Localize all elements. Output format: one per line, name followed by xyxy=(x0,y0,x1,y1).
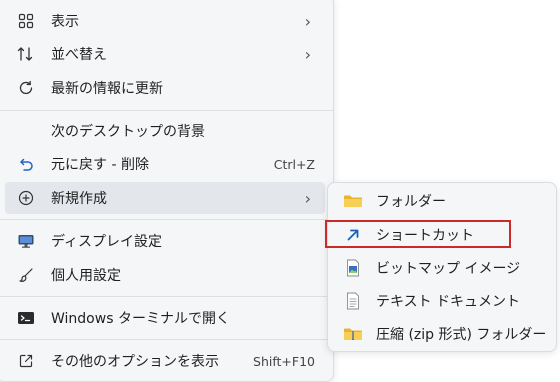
menu-item-next-background[interactable]: 次のデスクトップの背景 xyxy=(5,115,325,147)
menu-separator xyxy=(0,219,333,220)
menu-item-label: 元に戻す - 削除 xyxy=(51,157,149,173)
menu-separator xyxy=(0,339,333,340)
grid-view-icon xyxy=(15,5,37,37)
brush-icon xyxy=(15,259,37,291)
menu-item-undo-delete[interactable]: 元に戻す - 削除 Ctrl+Z xyxy=(5,148,325,180)
shortcut-text: Shift+F10 xyxy=(253,353,315,369)
shortcut-text: Ctrl+Z xyxy=(273,156,315,172)
menu-item-label: 並べ替え xyxy=(51,47,107,63)
undo-icon xyxy=(15,148,37,180)
menu-item-personalize[interactable]: 個人用設定 xyxy=(5,259,325,291)
menu-item-label: ディスプレイ設定 xyxy=(51,234,163,250)
submenu-item-folder[interactable]: フォルダー xyxy=(334,186,550,216)
submenu-item-zip-folder[interactable]: 圧縮 (zip 形式) フォルダー xyxy=(334,319,550,349)
menu-item-label: その他のオプションを表示 xyxy=(51,354,219,370)
menu-item-label: 次のデスクトップの背景 xyxy=(51,124,205,140)
submenu-item-text-document[interactable]: テキスト ドキュメント xyxy=(334,286,550,316)
new-submenu: フォルダー ショートカット ビットマップ イメージ テキスト ドキュメント 圧縮… xyxy=(327,182,557,352)
menu-separator xyxy=(0,296,333,297)
zip-folder-icon xyxy=(342,319,364,349)
menu-item-label: 表示 xyxy=(51,14,79,30)
menu-item-label: 新規作成 xyxy=(51,191,107,207)
sort-icon xyxy=(15,38,37,70)
terminal-icon xyxy=(15,302,37,334)
context-menu: 表示 › 並べ替え › 最新の情報に更新 次のデスクトップの背景 元に戻す - … xyxy=(0,0,334,382)
submenu-item-label: ビットマップ イメージ xyxy=(376,261,521,277)
display-icon xyxy=(15,225,37,257)
menu-item-label: 最新の情報に更新 xyxy=(51,81,163,97)
submenu-item-label: テキスト ドキュメント xyxy=(376,294,521,310)
menu-item-refresh[interactable]: 最新の情報に更新 xyxy=(5,72,325,104)
menu-item-open-terminal[interactable]: Windows ターミナルで開く xyxy=(5,302,325,334)
menu-item-sort[interactable]: 並べ替え › xyxy=(5,38,325,70)
menu-item-label: Windows ターミナルで開く xyxy=(51,311,230,327)
menu-item-display-settings[interactable]: ディスプレイ設定 xyxy=(5,225,325,257)
text-document-icon xyxy=(342,286,364,316)
menu-item-label: 個人用設定 xyxy=(51,268,121,284)
refresh-icon xyxy=(15,72,37,104)
highlight-box xyxy=(325,220,511,248)
chevron-right-icon: › xyxy=(304,188,311,208)
menu-item-more-options[interactable]: その他のオプションを表示 Shift+F10 xyxy=(5,345,325,377)
submenu-item-label: 圧縮 (zip 形式) フォルダー xyxy=(376,327,547,343)
chevron-right-icon: › xyxy=(304,11,311,31)
menu-separator xyxy=(0,110,333,111)
chevron-right-icon: › xyxy=(304,44,311,64)
share-icon xyxy=(15,345,37,377)
submenu-item-label: フォルダー xyxy=(376,194,446,210)
submenu-item-bitmap[interactable]: ビットマップ イメージ xyxy=(334,253,550,283)
menu-item-view[interactable]: 表示 › xyxy=(5,5,325,37)
menu-item-new[interactable]: 新規作成 › xyxy=(5,182,325,214)
add-circle-icon xyxy=(15,182,37,214)
bitmap-image-icon xyxy=(342,253,364,283)
folder-icon xyxy=(342,186,364,216)
